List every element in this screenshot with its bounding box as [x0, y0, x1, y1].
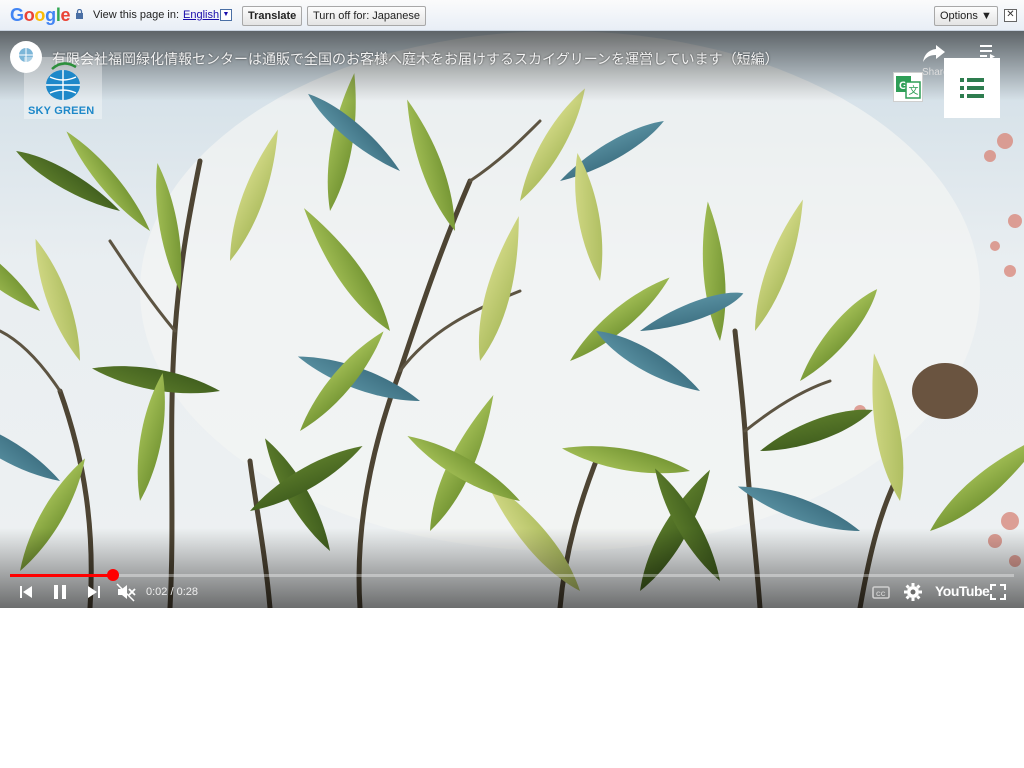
pause-icon[interactable] [52, 581, 68, 603]
gear-icon[interactable] [903, 581, 923, 603]
view-page-label: View this page in: [93, 9, 180, 21]
previous-icon[interactable] [18, 581, 34, 603]
logo-letter: o [23, 5, 35, 25]
language-select[interactable]: English [183, 9, 219, 21]
progress-played [10, 574, 114, 577]
svg-text:CC: CC [876, 591, 886, 598]
google-logo: Google [10, 5, 71, 26]
lock-icon [76, 9, 83, 19]
list-menu-icon [960, 78, 984, 98]
google-translate-icon[interactable]: G 文 [893, 72, 923, 102]
globe-logo-icon [46, 62, 80, 100]
logo-letter: e [60, 5, 71, 25]
video-player[interactable]: 有限会社福岡緑化情報センターは通販で全国のお客様へ庭木をお届けするスカイグリーン… [0, 31, 1024, 608]
captions-icon[interactable]: CC [872, 581, 890, 603]
translate-bar: Google View this page in: English ▼ Tran… [0, 0, 1024, 31]
options-button[interactable]: Options ▼ [934, 6, 998, 26]
video-title[interactable]: 有限会社福岡緑化情報センターは通販で全国のお客様へ庭木をお届けするスカイグリーン… [52, 49, 779, 69]
fullscreen-icon[interactable] [990, 581, 1006, 603]
time-display: 0:02 / 0:28 [146, 586, 198, 598]
progress-bar[interactable] [10, 569, 1014, 581]
logo-letter: o [34, 5, 46, 25]
sky-green-logo: SKY GREEN [24, 57, 102, 119]
close-icon[interactable]: ✕ [1004, 9, 1017, 22]
brand-logo-text: SKY GREEN [28, 105, 95, 117]
youtube-logo[interactable]: YouTube [935, 583, 990, 599]
chevron-down-icon[interactable]: ▼ [220, 9, 232, 21]
muted-volume-icon[interactable] [116, 581, 136, 603]
turn-off-button[interactable]: Turn off for: Japanese [307, 6, 427, 26]
next-icon[interactable] [86, 581, 102, 603]
logo-letter: G [10, 5, 24, 25]
svg-text:文: 文 [909, 84, 919, 97]
list-menu-button[interactable] [944, 58, 1000, 118]
translate-button[interactable]: Translate [242, 6, 303, 26]
video-frame [0, 31, 1024, 608]
playlist-icon[interactable] [980, 45, 996, 59]
logo-letter: g [45, 5, 56, 25]
